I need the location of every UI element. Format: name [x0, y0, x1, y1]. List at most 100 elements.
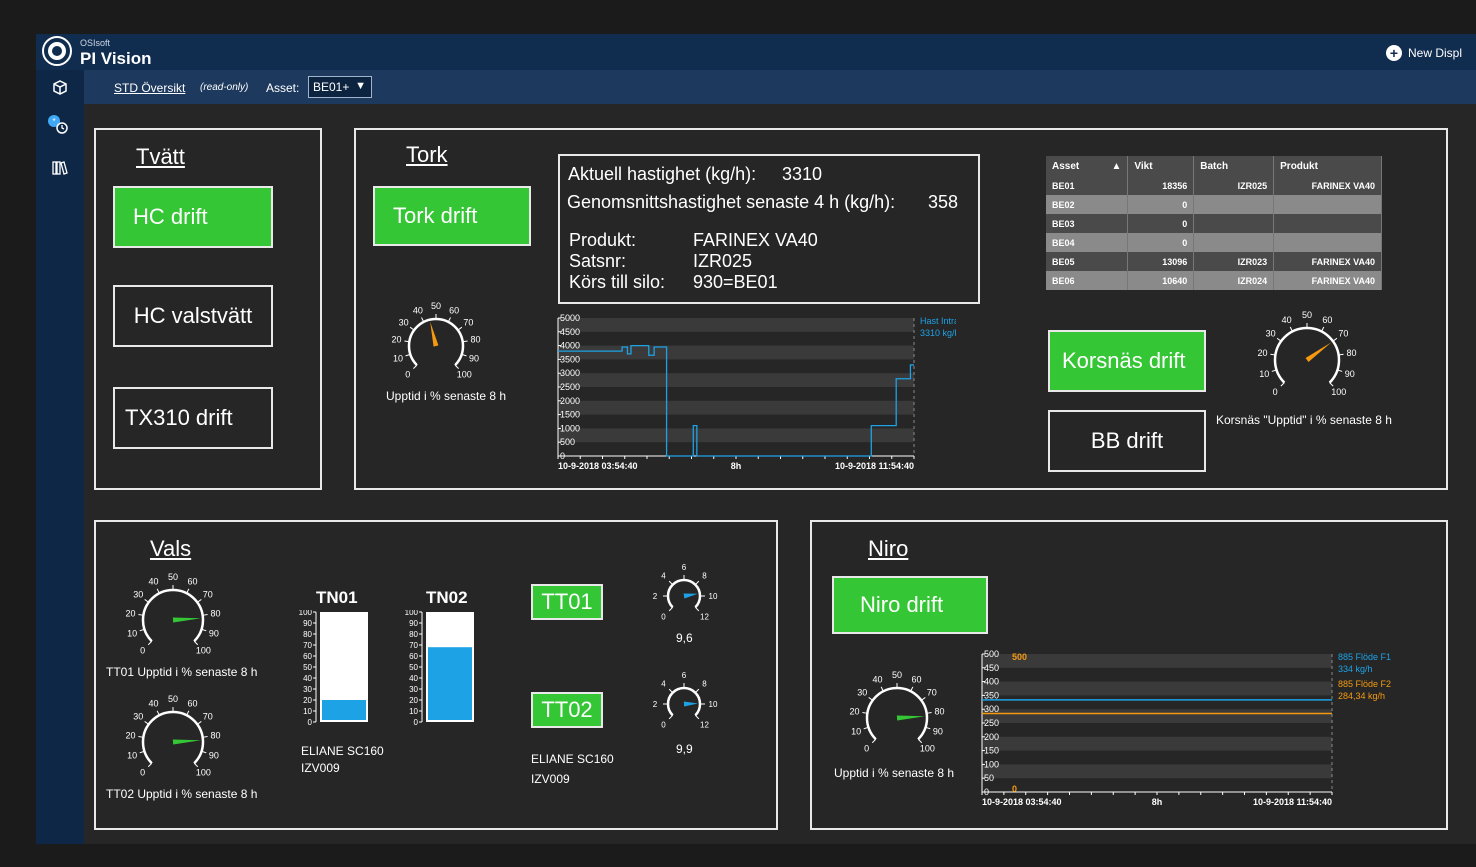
- trend-legend-f2-value: 284,34 kg/h: [1338, 691, 1385, 701]
- tt02-uptime-gauge[interactable]: 010 20 30 40 50 60 70 80 90 100: [118, 694, 228, 788]
- tt01-indicator[interactable]: TT01: [531, 584, 603, 620]
- tork-gauge-label: Upptid i % senaste 8 h: [386, 389, 507, 403]
- gauge-tick-label: 0: [661, 721, 666, 730]
- produkt-column-header[interactable]: Produkt: [1273, 156, 1382, 176]
- niro-uptime-gauge[interactable]: 010 20 30 40 50 60 70 80 90 100: [842, 666, 952, 762]
- pi-vision-logo[interactable]: OSIsoft PI Vision: [42, 36, 152, 68]
- table-row[interactable]: BE02 0: [1046, 195, 1382, 214]
- avg-speed-label: Genomsnittshastighet senaste 4 h (kg/h):: [567, 192, 896, 212]
- vals-title: Vals: [150, 536, 192, 561]
- gauge-arc: [141, 588, 205, 643]
- tt01-uptime-gauge[interactable]: 010 20 30 40 50 60 70 80 90 100: [118, 572, 228, 666]
- tank-tick-label: 40: [303, 674, 312, 683]
- tork-drift-indicator[interactable]: Tork drift: [373, 186, 531, 246]
- gauge-tick: [694, 580, 700, 586]
- tn01-title: TN01: [316, 588, 358, 607]
- gauge-tick-label: 80: [470, 335, 480, 345]
- table-cell: BE05: [1046, 252, 1129, 271]
- asset-label: Asset:: [266, 81, 300, 95]
- asset-header-label: Asset: [1052, 160, 1080, 172]
- asset-select-value: BE01+: [313, 80, 350, 94]
- gauge-tick-label: 0: [140, 767, 145, 777]
- hc-drift-indicator[interactable]: HC drift: [113, 186, 273, 248]
- gauge-tick-label: 6: [682, 671, 687, 680]
- tork-title: Tork: [406, 142, 448, 167]
- new-display-button[interactable]: + New Displ: [1385, 45, 1462, 61]
- new-display-label: New Displ: [1407, 46, 1462, 60]
- app-name: PI Vision: [80, 49, 152, 68]
- gauge-tick-label: 100: [196, 767, 211, 777]
- trend-band: [558, 345, 914, 360]
- trend-duration: 8h: [731, 461, 742, 471]
- tank-tick-label: 100: [405, 610, 419, 617]
- silo-label: Körs till silo:: [569, 272, 666, 292]
- display-toolbar: STD Översikt (read-only) Asset: BE01+ ▼: [84, 70, 1476, 104]
- trend-y-label: 0: [560, 451, 565, 461]
- gauge-tick: [196, 599, 202, 603]
- trend-y-label: 350: [984, 690, 999, 700]
- hc-valstvatt-label: HC valstvätt: [133, 303, 253, 328]
- tork-uptime-gauge[interactable]: 010 20 30 40 50 60 70 80 90 100: [386, 300, 486, 390]
- tt02-indicator[interactable]: TT02: [531, 692, 603, 728]
- tx310-drift-indicator[interactable]: TX310 drift: [113, 387, 273, 449]
- table-cell: [1273, 214, 1382, 233]
- trend-end-time: 10-9-2018 11:54:40: [1253, 797, 1332, 807]
- table-row[interactable]: BE01 18356 IZR025 FARINEX VA40: [1046, 176, 1382, 195]
- gauge-tick-label: 12: [700, 721, 709, 730]
- gauge-tick-label: 0: [661, 613, 666, 622]
- table-row[interactable]: BE06 10640 IZR024 FARINEX VA40: [1046, 271, 1382, 290]
- korsnas-drift-indicator[interactable]: Korsnäs drift: [1048, 330, 1206, 392]
- trend-y-label: 100: [984, 759, 999, 769]
- korsnas-uptime-gauge[interactable]: 0 10 20 30 40 50 60 70 80 90 100: [1252, 308, 1362, 410]
- tt02-small-gauge[interactable]: 0 2 4 6 8 10 12: [651, 670, 721, 738]
- tank-tick-label: 30: [409, 685, 418, 694]
- asset-column-header[interactable]: Asset ▲: [1046, 156, 1129, 176]
- trend-band: [982, 764, 1332, 779]
- table-row[interactable]: BE05 13096 IZR023 FARINEX VA40: [1046, 252, 1382, 271]
- tt01-small-gauge[interactable]: 0 2 4 6 8 10 12: [651, 562, 721, 630]
- table-cell: 10640: [1127, 271, 1195, 290]
- gauge-tick-label: 30: [399, 317, 409, 327]
- vikt-column-header[interactable]: Vikt: [1127, 156, 1195, 176]
- trend-y-label: 5000: [560, 314, 580, 323]
- tork-trend-chart[interactable]: 5000450040003500300025002000150010005000…: [556, 314, 956, 480]
- sidebar: *: [36, 70, 84, 844]
- tn01-tank-level[interactable]: 1009080706050403020100: [286, 610, 376, 734]
- gauge-tick-label: 90: [209, 750, 219, 760]
- satsnr-label: Satsnr:: [569, 251, 627, 271]
- table-row[interactable]: BE03 0: [1046, 214, 1382, 233]
- trend-y-label: 300: [984, 704, 999, 714]
- gauge-tick-label: 0: [864, 743, 869, 753]
- gauge-tick: [694, 688, 700, 694]
- breadcrumb-display-name[interactable]: STD Översikt: [114, 81, 185, 95]
- cube-icon[interactable]: [36, 80, 84, 100]
- library-icon[interactable]: [36, 160, 84, 180]
- gauge-tick: [413, 364, 418, 369]
- bb-drift-indicator[interactable]: BB drift: [1048, 410, 1206, 472]
- hc-valstvatt-indicator[interactable]: HC valstvätt: [113, 285, 273, 347]
- gauge-tick-label: 20: [126, 730, 136, 740]
- table-row[interactable]: BE04 0: [1046, 233, 1382, 252]
- gauge-tick-label: 100: [920, 743, 935, 753]
- gauge-tick-label: 100: [457, 369, 472, 379]
- gauge-tick: [144, 721, 150, 725]
- batch-column-header[interactable]: Batch: [1193, 156, 1275, 176]
- trend-y-label: 500: [984, 650, 999, 659]
- gauge-tick-label: 80: [1346, 348, 1356, 358]
- gauge-needle: [172, 617, 201, 623]
- trend-y2-top: 500: [1012, 652, 1027, 662]
- tank-tick-label: 90: [303, 619, 312, 628]
- tank-tick-label: 50: [409, 663, 418, 672]
- table-cell: FARINEX VA40: [1273, 252, 1382, 271]
- gauge-tick: [144, 599, 150, 603]
- asset-select[interactable]: BE01+ ▼: [308, 76, 372, 98]
- tvatt-title: Tvätt: [136, 144, 185, 169]
- gauge-arc: [865, 686, 929, 741]
- gauge-tick: [694, 606, 700, 612]
- niro-drift-indicator[interactable]: Niro drift: [832, 576, 988, 634]
- history-icon[interactable]: *: [36, 114, 84, 140]
- gauge-tick-label: 90: [1345, 369, 1355, 379]
- tn02-tank-level[interactable]: 1009080706050403020100: [392, 610, 482, 734]
- niro-trend-chart[interactable]: 50045040035030025020015010050010-9-2018 …: [980, 650, 1440, 818]
- tank-tick-label: 40: [409, 674, 418, 683]
